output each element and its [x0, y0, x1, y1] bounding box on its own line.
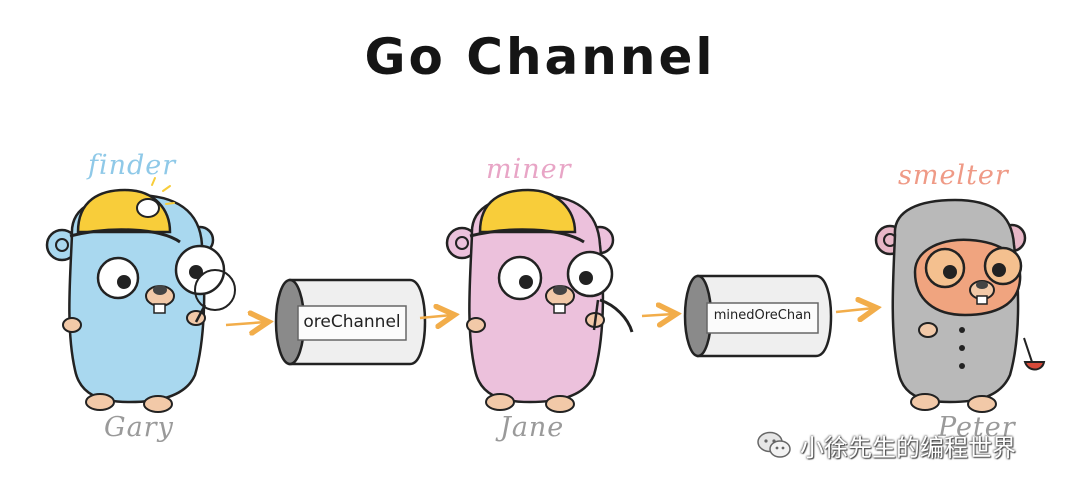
arrow-channel-2-to-smelter — [835, 308, 874, 312]
gopher-finder — [45, 177, 236, 413]
diagram-canvas: Go Channel finder miner smelter Gary Jan… — [0, 0, 1080, 493]
worker-name-gary: Gary — [104, 412, 174, 443]
watermark-text: 小徐先生的编程世界 — [800, 433, 1016, 462]
arrow-finder-to-channel-1 — [225, 322, 266, 325]
arrow-miner-to-channel-2 — [641, 314, 674, 316]
channel-label-orechannel: oreChannel — [303, 312, 401, 332]
gopher-miner — [445, 188, 634, 413]
worker-name-jane: Jane — [500, 412, 565, 443]
role-label-miner: miner — [486, 154, 572, 185]
role-label-smelter: smelter — [898, 160, 1009, 191]
gopher-smelter — [874, 198, 1046, 413]
role-label-finder: finder — [88, 150, 177, 181]
watermark: 小徐先生的编程世界 — [756, 428, 1016, 462]
channel-label-minedorechan: minedOreChan — [713, 308, 812, 323]
wechat-icon — [757, 431, 791, 458]
